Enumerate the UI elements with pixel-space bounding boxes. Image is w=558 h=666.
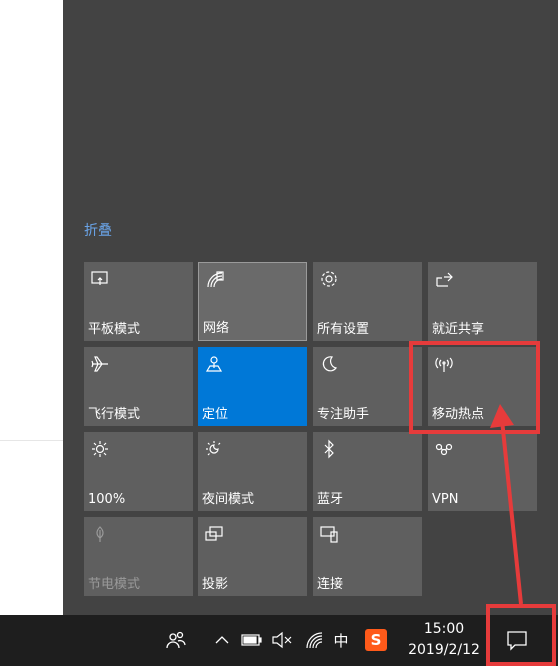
tile-nearby-share[interactable]: 就近共享 — [428, 262, 537, 341]
tile-label: 专注助手 — [317, 407, 370, 422]
ime-indicator[interactable]: 中 — [330, 627, 352, 653]
background-divider — [0, 440, 63, 441]
sogou-logo: S — [365, 629, 387, 651]
hotspot-highlight-box — [409, 341, 540, 434]
tile-all-settings[interactable]: 所有设置 — [313, 262, 422, 341]
tile-night-light[interactable]: 夜间模式 — [198, 432, 307, 511]
moon-icon — [319, 354, 339, 374]
background-window — [0, 0, 63, 615]
location-icon — [204, 354, 224, 374]
tile-location[interactable]: 定位 — [198, 347, 307, 426]
tile-label: 连接 — [317, 577, 344, 592]
screen: 折叠 平板模式 网络 所有设置 就近共享 飞行模式 定位 专注助手 移动热点 1… — [0, 0, 558, 666]
tile-label: 100% — [88, 492, 126, 507]
network-icon — [205, 270, 225, 290]
tile-battery-saver[interactable]: 节电模式 — [84, 517, 193, 596]
tile-bluetooth[interactable]: 蓝牙 — [313, 432, 422, 511]
tile-label: 定位 — [202, 407, 229, 422]
tile-label: 所有设置 — [317, 322, 370, 337]
bluetooth-icon — [319, 439, 339, 459]
action-center-highlight-box — [486, 604, 556, 666]
battery-icon[interactable] — [240, 627, 264, 653]
settings-gear-icon — [319, 269, 339, 289]
tile-project[interactable]: 投影 — [198, 517, 307, 596]
volume-muted-icon[interactable] — [270, 627, 294, 653]
taskbar: 中 S 15:00 2019/2/12 — [0, 615, 558, 666]
tile-brightness[interactable]: 100% — [84, 432, 193, 511]
brightness-icon — [90, 439, 110, 459]
tile-label: 平板模式 — [88, 322, 141, 337]
tile-label: 蓝牙 — [317, 492, 344, 507]
tile-label: 投影 — [202, 577, 229, 592]
sogou-ime-icon[interactable]: S — [363, 627, 389, 653]
tile-vpn[interactable]: VPN — [428, 432, 537, 511]
collapse-link[interactable]: 折叠 — [84, 220, 112, 240]
tile-network[interactable]: 网络 — [198, 262, 307, 341]
clock-date: 2019/2/12 — [408, 642, 480, 658]
tile-label: 网络 — [203, 321, 230, 336]
project-icon — [204, 524, 224, 544]
battery-saver-icon — [90, 524, 110, 544]
tile-label: 飞行模式 — [88, 407, 141, 422]
nearby-share-icon — [434, 269, 454, 289]
tile-label: 就近共享 — [432, 322, 485, 337]
airplane-icon — [90, 354, 110, 374]
taskbar-clock[interactable]: 15:00 2019/2/12 — [404, 619, 484, 661]
wifi-icon[interactable] — [302, 627, 326, 653]
tile-connect[interactable]: 连接 — [313, 517, 422, 596]
tablet-mode-icon — [90, 269, 110, 289]
tile-label: 夜间模式 — [202, 492, 255, 507]
night-light-icon — [204, 439, 224, 459]
chevron-up-icon[interactable] — [212, 627, 232, 653]
clock-time: 15:00 — [423, 621, 465, 637]
tile-label: VPN — [432, 492, 459, 507]
tile-label: 节电模式 — [88, 577, 141, 592]
vpn-icon — [434, 439, 454, 459]
people-icon[interactable] — [164, 627, 188, 653]
connect-icon — [319, 524, 339, 544]
tile-tablet-mode[interactable]: 平板模式 — [84, 262, 193, 341]
tile-focus-assist[interactable]: 专注助手 — [313, 347, 422, 426]
tile-airplane-mode[interactable]: 飞行模式 — [84, 347, 193, 426]
